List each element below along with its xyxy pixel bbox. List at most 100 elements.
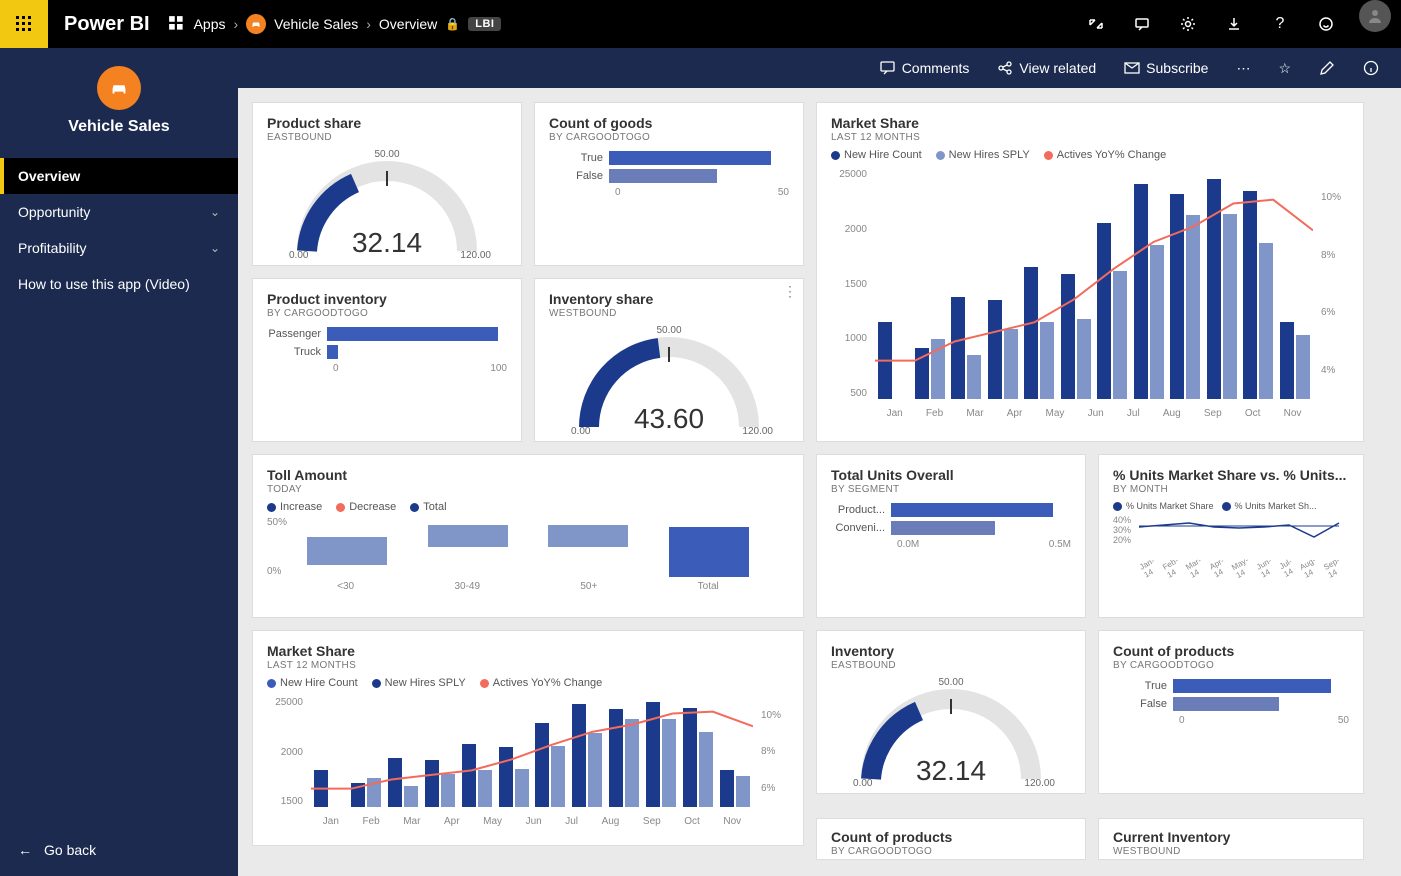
axis-tick: 50 bbox=[1338, 715, 1349, 726]
sidebar-item-overview[interactable]: Overview bbox=[0, 158, 238, 194]
help-button[interactable]: ? bbox=[1257, 0, 1303, 48]
pencil-icon bbox=[1319, 60, 1335, 76]
axis-tick: 0.5M bbox=[1049, 539, 1071, 550]
tile-title: Market Share bbox=[267, 643, 789, 659]
subscribe-button[interactable]: Subscribe bbox=[1112, 48, 1220, 88]
tile-current-inventory[interactable]: Current Inventory WESTBOUND bbox=[1098, 818, 1364, 860]
breadcrumb-workspace[interactable]: Vehicle Sales bbox=[274, 16, 358, 32]
avatar[interactable] bbox=[1359, 0, 1391, 32]
more-button[interactable]: ⋯ bbox=[1224, 48, 1262, 88]
person-icon bbox=[1366, 7, 1384, 25]
legend-label: New Hire Count bbox=[844, 149, 922, 161]
tile-inventory-share[interactable]: ⋮ Inventory share WESTBOUND 50.00 0.00 1… bbox=[534, 278, 804, 442]
expand-icon bbox=[1088, 16, 1104, 32]
comments-icon bbox=[880, 60, 896, 76]
action-label: Subscribe bbox=[1146, 60, 1208, 76]
tile-product-inventory[interactable]: Product inventory BY CARGOODTOGO Passeng… bbox=[252, 278, 522, 442]
tile-title: Product inventory bbox=[267, 291, 507, 307]
brand-label: Power BI bbox=[64, 13, 150, 36]
app-launcher[interactable] bbox=[0, 0, 48, 48]
chart-legend: % Units Market Share % Units Market Sh..… bbox=[1113, 501, 1349, 511]
hbar-chart: True False 050 bbox=[1113, 679, 1349, 726]
go-back-button[interactable]: ← Go back bbox=[18, 842, 96, 858]
hbar-label: Passenger bbox=[267, 328, 327, 340]
download-button[interactable] bbox=[1211, 0, 1257, 48]
chat-button[interactable] bbox=[1119, 0, 1165, 48]
star-icon: ☆ bbox=[1278, 60, 1291, 77]
axis-tick: Total bbox=[698, 581, 719, 592]
tile-market-share[interactable]: Market Share LAST 12 MONTHS New Hire Cou… bbox=[816, 102, 1364, 442]
topbar: Power BI Apps › Vehicle Sales › Overview… bbox=[0, 0, 1401, 48]
breadcrumb-apps[interactable]: Apps bbox=[194, 16, 226, 32]
fullscreen-button[interactable] bbox=[1073, 0, 1119, 48]
chart-legend: New Hire Count New Hires SPLY Actives Yo… bbox=[831, 149, 1349, 161]
chevron-right-icon: › bbox=[234, 16, 239, 32]
workspace-icon bbox=[246, 14, 266, 34]
gauge-value: 43.60 bbox=[569, 403, 769, 435]
sidebar-item-profitability[interactable]: Profitability ⌄ bbox=[0, 230, 238, 266]
tile-subtitle: BY MONTH bbox=[1113, 484, 1349, 495]
view-related-button[interactable]: View related bbox=[985, 48, 1108, 88]
chat-icon bbox=[1134, 16, 1150, 32]
comments-button[interactable]: Comments bbox=[868, 48, 982, 88]
tile-product-share[interactable]: Product share EASTBOUND 50.00 0.00 120.0… bbox=[252, 102, 522, 266]
settings-button[interactable] bbox=[1165, 0, 1211, 48]
axis-tick: 0 bbox=[333, 363, 339, 374]
axis-tick: 50% bbox=[267, 517, 287, 528]
gauge-value: 32.14 bbox=[851, 755, 1051, 787]
gauge-chart: 50.00 0.00 120.00 32.14 bbox=[851, 679, 1051, 789]
axis-tick: 100 bbox=[490, 363, 507, 374]
arrow-left-icon: ← bbox=[18, 842, 32, 858]
legend-label: New Hire Count bbox=[280, 677, 358, 689]
sidebar-item-label: Overview bbox=[18, 168, 80, 184]
sidebar-item-howto[interactable]: How to use this app (Video) bbox=[0, 266, 238, 302]
tile-more-button[interactable]: ⋮ bbox=[783, 283, 797, 300]
action-label: View related bbox=[1019, 60, 1096, 76]
apps-icon bbox=[168, 15, 186, 33]
help-icon: ? bbox=[1276, 15, 1285, 33]
favorite-button[interactable]: ☆ bbox=[1266, 48, 1303, 88]
legend-label: New Hires SPLY bbox=[949, 149, 1030, 161]
tile-subtitle: LAST 12 MONTHS bbox=[267, 660, 789, 671]
tile-units-marketshare[interactable]: % Units Market Share vs. % Units... BY M… bbox=[1098, 454, 1364, 618]
feedback-button[interactable] bbox=[1303, 0, 1349, 48]
tile-count-goods[interactable]: Count of goods BY CARGOODTOGO True False… bbox=[534, 102, 804, 266]
hbar-label: Truck bbox=[267, 346, 327, 358]
tile-total-units[interactable]: Total Units Overall BY SEGMENT Product..… bbox=[816, 454, 1086, 618]
tile-title: Product share bbox=[267, 115, 507, 131]
mail-icon bbox=[1124, 60, 1140, 76]
tile-title: Total Units Overall bbox=[831, 467, 1071, 483]
sidebar-item-label: Profitability bbox=[18, 240, 86, 256]
hbar-chart: True False 050 bbox=[549, 151, 789, 198]
gauge-mid-label: 50.00 bbox=[656, 325, 681, 336]
edit-button[interactable] bbox=[1307, 48, 1347, 88]
tile-inventory[interactable]: Inventory EASTBOUND 50.00 0.00 120.00 32… bbox=[816, 630, 1086, 794]
gauge-mid-label: 50.00 bbox=[374, 149, 399, 160]
related-icon bbox=[997, 60, 1013, 76]
sidebar-item-label: Opportunity bbox=[18, 204, 90, 220]
axis-tick: 0.0M bbox=[897, 539, 919, 550]
breadcrumb-page[interactable]: Overview bbox=[379, 16, 437, 32]
sidebar-item-opportunity[interactable]: Opportunity ⌄ bbox=[0, 194, 238, 230]
chevron-down-icon: ⌄ bbox=[210, 241, 220, 255]
chevron-right-icon: › bbox=[366, 16, 371, 32]
tile-subtitle: LAST 12 MONTHS bbox=[831, 132, 1349, 143]
info-button[interactable] bbox=[1351, 48, 1391, 88]
dashboard-canvas: Product share EASTBOUND 50.00 0.00 120.0… bbox=[238, 88, 1401, 876]
axis-tick: 30-49 bbox=[454, 581, 480, 592]
tile-subtitle: BY CARGOODTOGO bbox=[1113, 660, 1349, 671]
sidebar: Vehicle Sales Overview Opportunity⌄ Prof… bbox=[0, 48, 238, 876]
tile-toll-amount[interactable]: Toll Amount TODAY Increase Decrease Tota… bbox=[252, 454, 804, 618]
tile-market-share-2[interactable]: Market Share LAST 12 MONTHS New Hire Cou… bbox=[252, 630, 804, 846]
tile-count-products-2[interactable]: Count of products BY CARGOODTOGO bbox=[816, 818, 1086, 860]
chevron-down-icon: ⌄ bbox=[210, 205, 220, 219]
breadcrumb: Apps › Vehicle Sales › Overview 🔒 LBI bbox=[168, 14, 502, 34]
line-chart: 40%30%20% bbox=[1113, 515, 1349, 557]
hbar-label: True bbox=[549, 152, 609, 164]
axis-tick: 30% bbox=[1113, 525, 1131, 535]
tile-title: Inventory share bbox=[549, 291, 789, 307]
legend-label: % Units Market Sh... bbox=[1235, 501, 1317, 511]
tile-subtitle: BY CARGOODTOGO bbox=[831, 846, 1071, 857]
tile-count-products[interactable]: Count of products BY CARGOODTOGO True Fa… bbox=[1098, 630, 1364, 794]
gauge-value: 32.14 bbox=[287, 227, 487, 259]
